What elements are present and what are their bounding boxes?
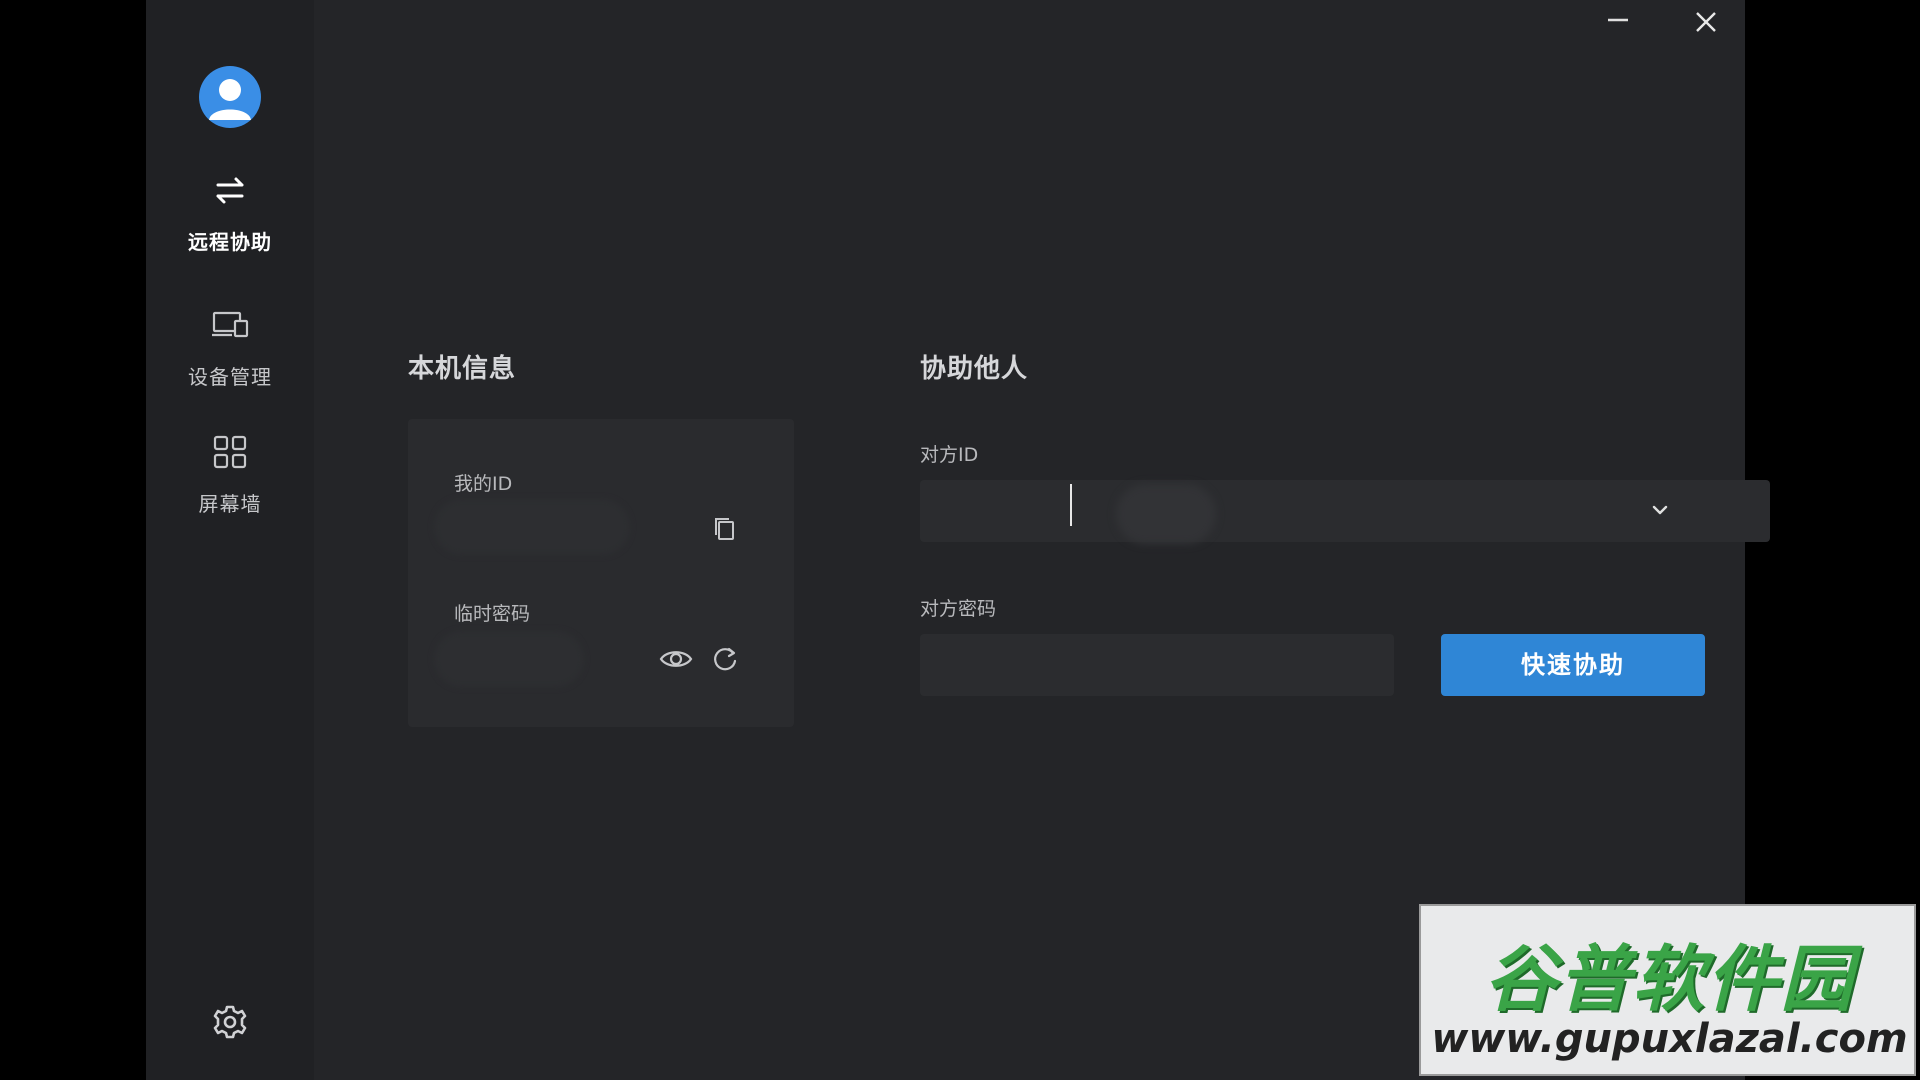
- peer-password-input[interactable]: [920, 634, 1394, 696]
- minimize-button[interactable]: [1598, 4, 1638, 40]
- sidebar-item-label: 屏幕墙: [198, 492, 262, 516]
- assist-others-title: 协助他人: [920, 354, 1029, 384]
- chevron-down-icon: [1652, 505, 1668, 515]
- copy-icon: [715, 518, 734, 540]
- refresh-icon: [714, 647, 737, 671]
- sidebar-item-label: 设备管理: [188, 365, 272, 389]
- watermark-en-text: www.gupuxlazal.com: [1431, 1016, 1908, 1062]
- watermark-logo: 谷普软件园 www.gupuxlazal.com: [1419, 904, 1916, 1076]
- peer-id-masked: [1116, 484, 1216, 544]
- my-id-value: [434, 499, 630, 555]
- watermark-cn-text: 谷普软件园: [1484, 937, 1855, 1021]
- close-icon: [1696, 12, 1716, 32]
- quick-assist-button[interactable]: 快速协助: [1441, 634, 1705, 696]
- temp-password-label: 临时密码: [454, 603, 531, 625]
- sidebar-item-remote-assist[interactable]: 远程协助: [146, 170, 314, 270]
- gear-icon[interactable]: [210, 1002, 250, 1042]
- my-id-label: 我的ID: [454, 473, 513, 495]
- peer-id-history-dropdown[interactable]: [1642, 492, 1678, 528]
- sidebar-item-screen-wall[interactable]: 屏幕墙: [146, 432, 314, 532]
- temp-password-value: [434, 631, 584, 687]
- peer-password-label: 对方密码: [920, 598, 997, 620]
- grid-icon: [210, 432, 250, 472]
- local-info-card: 我的ID 临时密码: [408, 419, 794, 727]
- devices-icon: [210, 305, 250, 345]
- swap-arrows-icon: [210, 170, 250, 210]
- text-caret: [1070, 484, 1072, 526]
- sidebar-item-label: 远程协助: [188, 230, 272, 254]
- close-button[interactable]: [1686, 4, 1726, 40]
- peer-id-label: 对方ID: [920, 444, 979, 466]
- sidebar: 远程协助 设备管理 屏幕墙: [146, 0, 314, 1080]
- minimize-icon: [1608, 18, 1628, 22]
- user-avatar-icon[interactable]: [199, 66, 261, 128]
- sidebar-item-device-management[interactable]: 设备管理: [146, 305, 314, 405]
- local-info-title: 本机信息: [408, 354, 517, 384]
- refresh-password-button[interactable]: [708, 641, 744, 677]
- copy-button[interactable]: [708, 511, 744, 547]
- eye-icon: [659, 651, 693, 667]
- show-password-button[interactable]: [658, 641, 694, 677]
